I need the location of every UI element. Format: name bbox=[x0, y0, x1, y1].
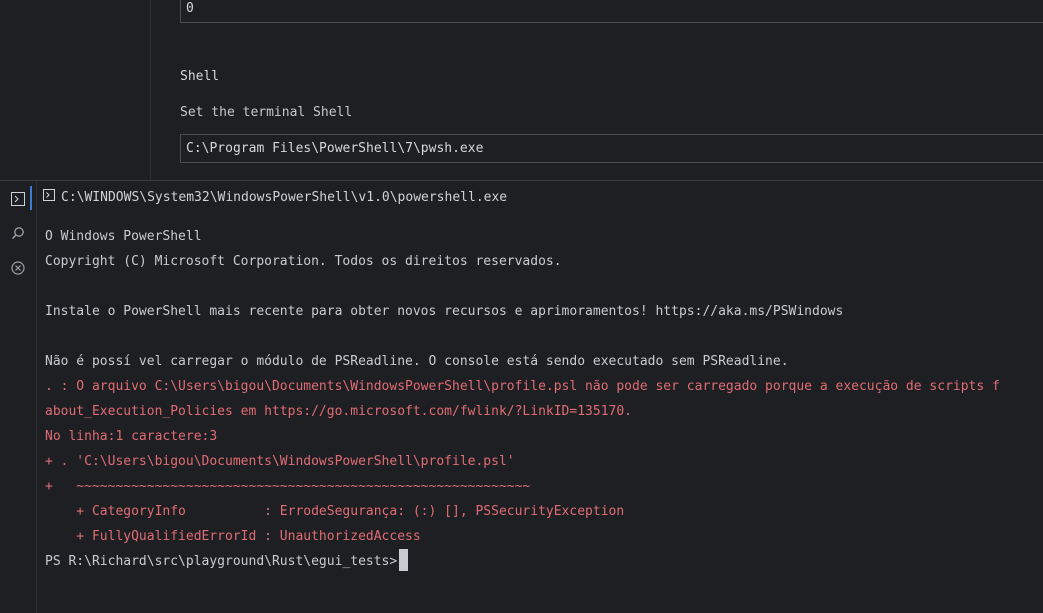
terminal-line: + . 'C:\Users\bigou\Documents\WindowsPow… bbox=[45, 454, 515, 469]
terminal-cursor bbox=[399, 549, 409, 571]
terminal-tab[interactable]: C:\WINDOWS\System32\WindowsPowerShell\v1… bbox=[43, 189, 507, 205]
terminal-line: + ~~~~~~~~~~~~~~~~~~~~~~~~~~~~~~~~~~~~~~… bbox=[45, 479, 531, 494]
terminal-prompt: PS R:\Richard\src\playground\Rust\egui_t… bbox=[45, 554, 398, 569]
terminal-line: + CategoryInfo : ErrodeSegurança: (:) []… bbox=[45, 504, 625, 519]
terminal-prompt-line[interactable]: PS R:\Richard\src\playground\Rust\egui_t… bbox=[45, 549, 1000, 574]
terminal-line: about_Execution_Policies em https://go.m… bbox=[45, 404, 632, 419]
shell-path-field[interactable]: C:\Program Files\PowerShell\7\pwsh.exe bbox=[180, 134, 1043, 163]
shell-setting-title: Shell bbox=[180, 69, 220, 84]
terminal-output: O Windows PowerShell Copyright (C) Micros… bbox=[45, 224, 1000, 574]
terminal-line: Não é possí vel carregar o módulo de PSR… bbox=[45, 354, 789, 369]
terminal-tab-title: C:\WINDOWS\System32\WindowsPowerShell\v1… bbox=[61, 189, 508, 205]
terminal-icon[interactable] bbox=[9, 190, 27, 208]
terminal-tab-icon bbox=[43, 189, 55, 205]
settings-panel: 0 Shell Set the terminal Shell C:\Progra… bbox=[0, 0, 1043, 181]
terminal-line: Copyright (C) Microsoft Corporation. Tod… bbox=[45, 254, 562, 269]
terminal-line: + FullyQualifiedErrorId : UnauthorizedAc… bbox=[45, 529, 421, 544]
shell-setting-description: Set the terminal Shell bbox=[180, 105, 353, 120]
terminal-line: O Windows PowerShell bbox=[45, 229, 202, 244]
terminal-line: . : O arquivo C:\Users\bigou\Documents\W… bbox=[45, 379, 1000, 394]
active-indicator bbox=[30, 186, 32, 210]
close-circle-icon[interactable] bbox=[9, 259, 27, 277]
terminal-line: No linha:1 caractere:3 bbox=[45, 429, 218, 444]
terminal-panel[interactable]: C:\WINDOWS\System32\WindowsPowerShell\v1… bbox=[37, 181, 1043, 613]
terminal-activity-bar bbox=[0, 181, 37, 613]
search-icon[interactable] bbox=[9, 224, 27, 242]
terminal-line: Instale o PowerShell mais recente para o… bbox=[45, 304, 844, 319]
settings-gutter bbox=[0, 0, 151, 180]
previous-setting-field[interactable]: 0 bbox=[180, 0, 1043, 23]
